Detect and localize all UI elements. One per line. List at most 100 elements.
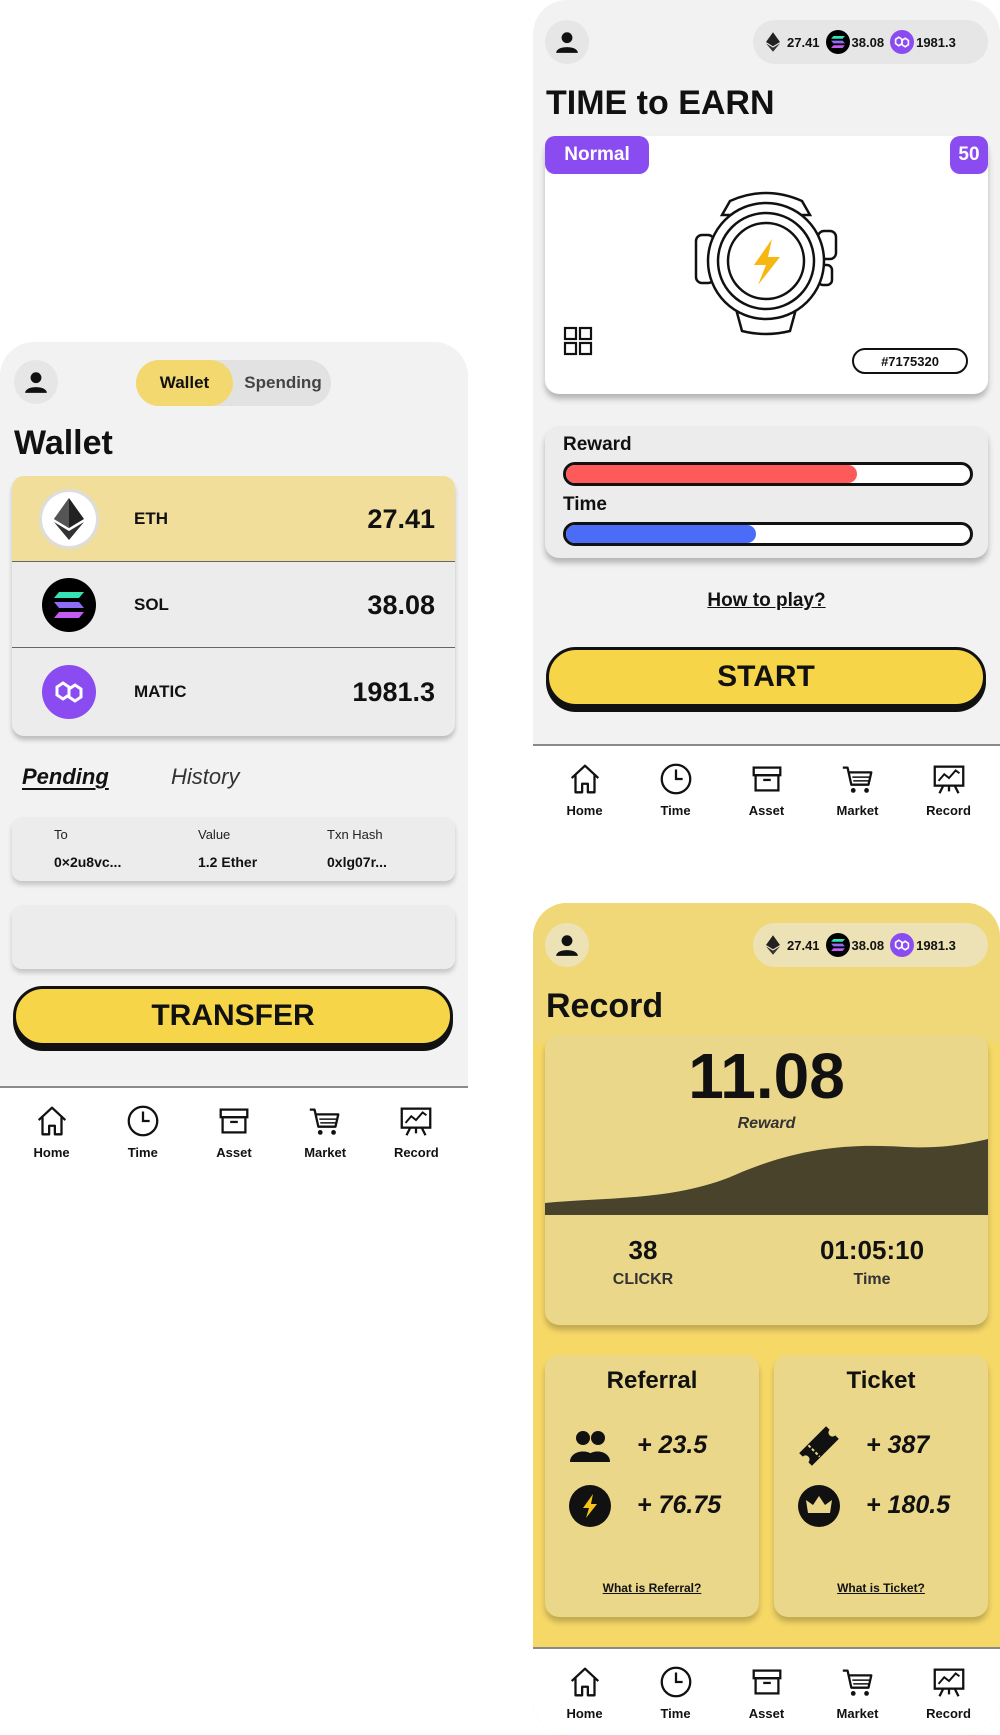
eth-icon xyxy=(761,933,785,957)
watch-icon xyxy=(694,191,838,336)
wallet-screen: Wallet Spending Wallet ETH 27.41 SOL 38.… xyxy=(0,342,468,1174)
transfer-button[interactable]: TRANSFER xyxy=(13,986,453,1046)
segment-wallet[interactable]: Wallet xyxy=(136,360,233,406)
page-title: Record xyxy=(546,987,664,1025)
user-icon xyxy=(556,32,578,53)
matic-icon xyxy=(42,665,96,719)
token-amount: 27.41 xyxy=(367,503,435,534)
time-bar-fill xyxy=(566,525,756,543)
nav-market[interactable]: Market xyxy=(818,760,898,818)
reward-area-graph xyxy=(545,1139,988,1215)
sol-icon xyxy=(825,30,850,54)
tab-history[interactable]: History xyxy=(171,764,239,790)
ticket-card: Ticket + 387 + 180.5 What is Ticket? xyxy=(774,1355,988,1617)
nav-label-time: Time xyxy=(660,1706,691,1721)
crown-value: + 180.5 xyxy=(866,1491,951,1519)
nav-home[interactable]: Home xyxy=(545,1663,625,1721)
time-to-earn-screen: 27.41 38.08 1981.3 TIME to EARN Normal 5… xyxy=(533,0,1000,832)
matic-icon xyxy=(890,933,915,957)
bottom-nav: Home Time Asset Market Record xyxy=(0,1086,468,1174)
token-row-sol[interactable]: SOL 38.08 xyxy=(12,562,455,648)
referral-title: Referral xyxy=(606,1367,698,1394)
eth-icon xyxy=(42,492,96,546)
nav-label-asset: Asset xyxy=(748,803,785,818)
txn-header-hash: Txn Hash xyxy=(327,827,383,842)
nav-asset[interactable]: Asset xyxy=(727,760,807,818)
watch-id: #7175320 xyxy=(852,348,968,374)
profile-avatar[interactable] xyxy=(545,20,589,64)
token-row-eth[interactable]: ETH 27.41 xyxy=(12,476,455,562)
token-list: ETH 27.41 SOL 38.08 MATIC 1981.3 xyxy=(12,476,455,736)
balance-pill[interactable]: 27.41 38.08 1981.3 xyxy=(753,20,988,64)
clickr-label: CLICKR xyxy=(612,1271,674,1288)
crown-icon xyxy=(796,1483,842,1529)
token-amount: 38.08 xyxy=(367,589,435,620)
ticket-icon xyxy=(796,1423,842,1469)
cart-icon xyxy=(309,1108,340,1135)
box-icon xyxy=(752,1669,781,1695)
nav-label-time: Time xyxy=(127,1145,158,1160)
balance-pill[interactable]: 27.41 38.08 1981.3 xyxy=(753,923,988,967)
nav-label-asset: Asset xyxy=(216,1145,252,1160)
nav-time[interactable]: Time xyxy=(103,1102,183,1160)
reward-bar xyxy=(563,462,973,486)
time-label: Time xyxy=(853,1271,891,1288)
reward-label: Reward xyxy=(737,1115,796,1132)
tab-pending[interactable]: Pending xyxy=(22,764,109,790)
grid-icon[interactable] xyxy=(563,326,593,356)
what-is-referral-link[interactable]: What is Referral? xyxy=(545,1581,759,1595)
eth-icon xyxy=(761,30,785,54)
nav-label-asset: Asset xyxy=(748,1706,785,1721)
nav-time[interactable]: Time xyxy=(636,760,716,818)
profile-avatar[interactable] xyxy=(14,360,58,404)
nav-label-time: Time xyxy=(660,803,691,818)
cart-icon xyxy=(842,1669,872,1696)
clock-icon xyxy=(127,1105,159,1137)
token-amount: 1981.3 xyxy=(352,676,435,707)
clickr-value: 38 xyxy=(628,1235,658,1265)
referral-energy-value: + 76.75 xyxy=(637,1491,722,1519)
people-icon xyxy=(567,1423,613,1469)
nav-label-record: Record xyxy=(926,1706,971,1721)
nav-label-market: Market xyxy=(836,803,879,818)
how-to-play-link[interactable]: How to play? xyxy=(533,590,1000,612)
nav-time[interactable]: Time xyxy=(636,1663,716,1721)
sol-balance: 38.08 xyxy=(851,34,885,50)
nav-record[interactable]: Record xyxy=(376,1102,456,1160)
txn-value: 1.2 Ether xyxy=(198,854,258,870)
nav-label-home: Home xyxy=(33,1145,70,1160)
ticket-value: + 387 xyxy=(866,1431,930,1459)
referral-people-value: + 23.5 xyxy=(637,1431,708,1459)
nav-record[interactable]: Record xyxy=(909,760,989,818)
chart-board-icon xyxy=(933,1668,964,1697)
segment-spending[interactable]: Spending xyxy=(235,360,331,406)
nav-market[interactable]: Market xyxy=(285,1102,365,1160)
token-row-matic[interactable]: MATIC 1981.3 xyxy=(12,648,455,736)
user-icon xyxy=(25,372,47,393)
nav-asset[interactable]: Asset xyxy=(194,1102,274,1160)
chart-board-icon xyxy=(933,765,964,794)
time-value: 01:05:10 xyxy=(819,1235,925,1265)
reward-label: Reward xyxy=(563,434,632,455)
matic-icon xyxy=(890,30,915,54)
bottom-nav: Home Time Asset Market Record xyxy=(533,1647,1000,1735)
nav-asset[interactable]: Asset xyxy=(727,1663,807,1721)
watch-card[interactable]: Normal 50 #7175320 xyxy=(545,136,988,394)
nav-market[interactable]: Market xyxy=(818,1663,898,1721)
token-symbol: ETH xyxy=(134,509,168,528)
nav-home[interactable]: Home xyxy=(545,760,625,818)
transaction-row[interactable]: To Value Txn Hash 0×2u8vc... 1.2 Ether 0… xyxy=(12,817,455,881)
sol-icon xyxy=(825,933,850,957)
profile-avatar[interactable] xyxy=(545,923,589,967)
time-bar xyxy=(563,522,973,546)
record-screen: 27.41 38.08 1981.3 Record 11.08 Reward 3… xyxy=(533,903,1000,1735)
home-icon xyxy=(37,1106,66,1136)
reward-bar-fill xyxy=(566,465,857,483)
nav-record[interactable]: Record xyxy=(909,1663,989,1721)
eth-balance: 27.41 xyxy=(787,937,820,953)
start-button[interactable]: START xyxy=(546,647,986,707)
box-icon xyxy=(752,766,781,792)
what-is-ticket-link[interactable]: What is Ticket? xyxy=(774,1581,988,1595)
nav-home[interactable]: Home xyxy=(12,1102,92,1160)
level-badge: 50 xyxy=(950,136,988,174)
